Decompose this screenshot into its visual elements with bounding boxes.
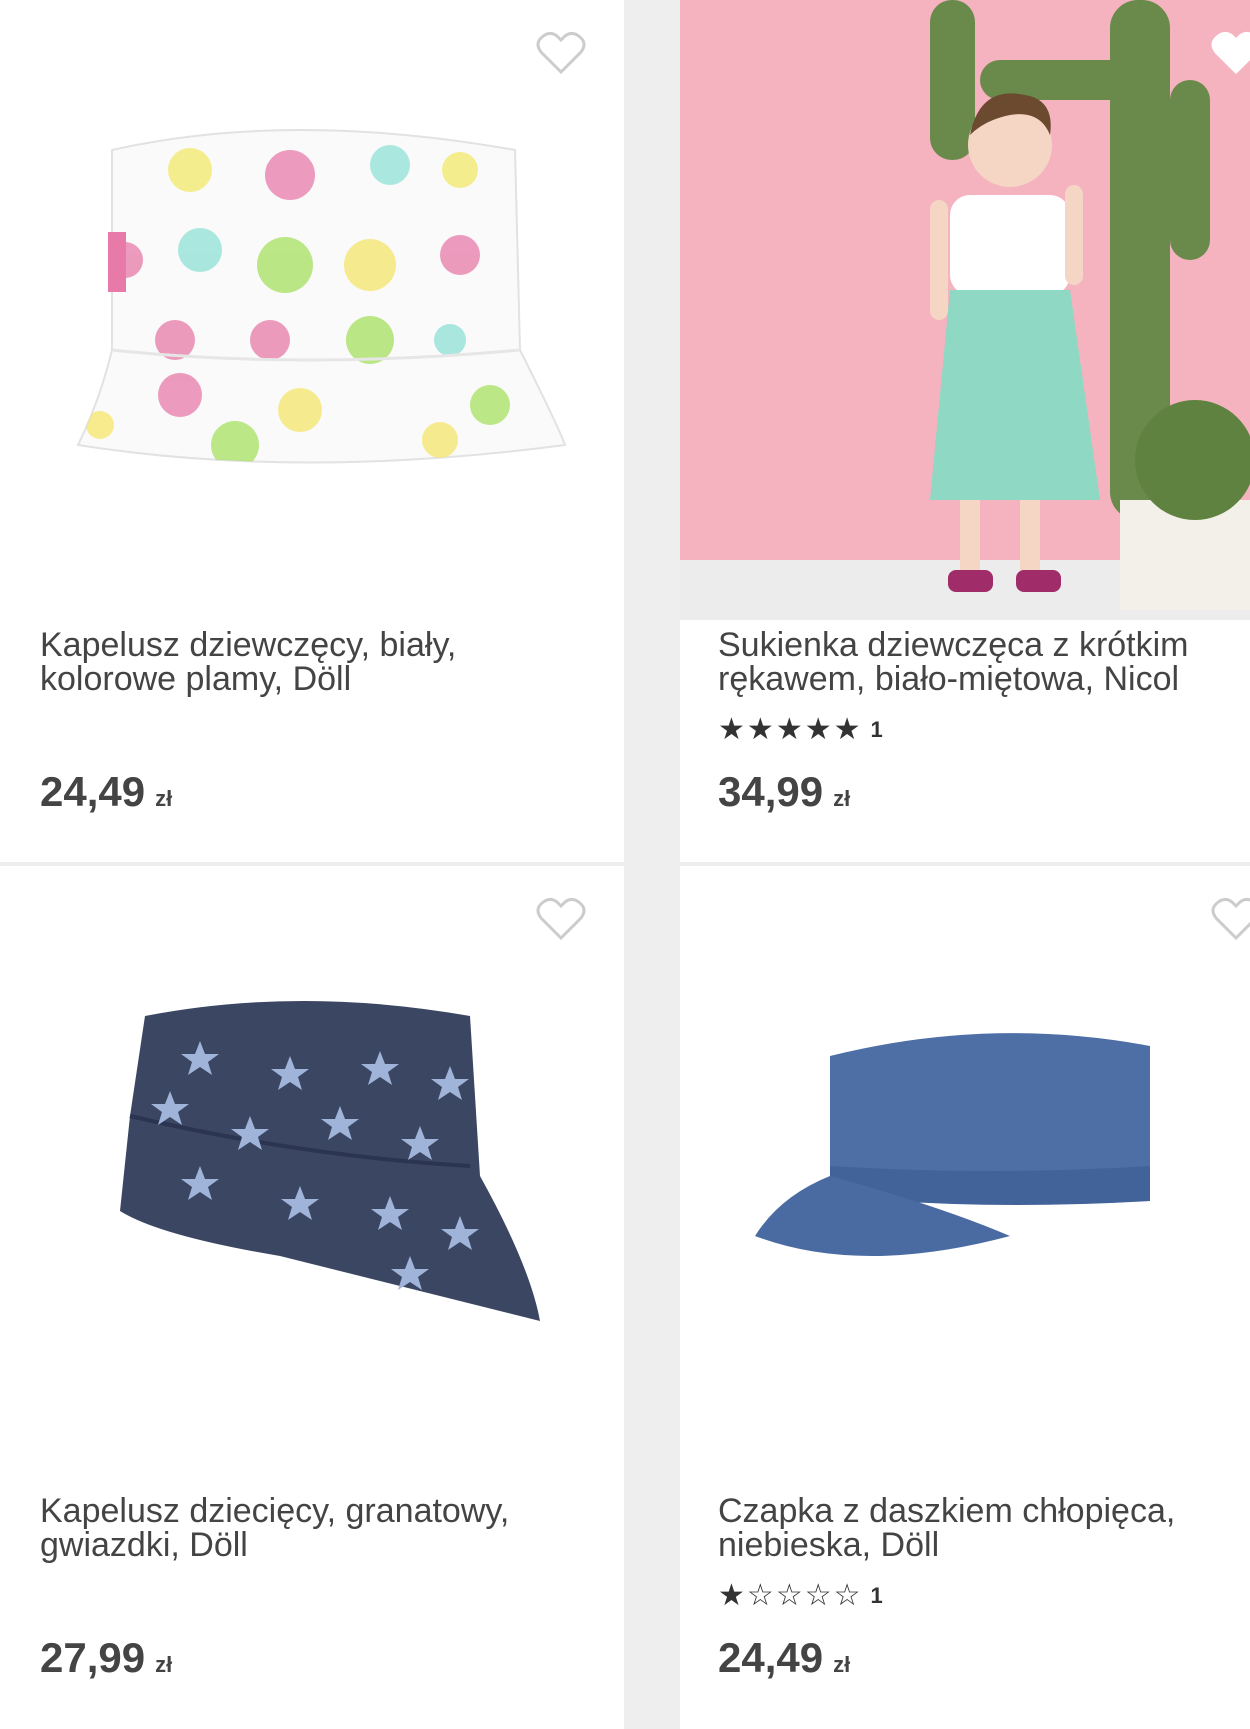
product-title[interactable]: Sukienka dziewczęca z krótkim rękawem, b… — [718, 628, 1238, 696]
product-price: 34,99 zł — [718, 768, 851, 815]
star-outline-icon: ☆ — [804, 1579, 834, 1612]
product-image-navy-hat[interactable] — [0, 866, 624, 1486]
star-icon: ★ — [718, 1579, 747, 1612]
star-outline-icon: ☆ — [775, 1579, 805, 1612]
product-price: 27,99 zł — [40, 1634, 173, 1681]
favorite-heart-icon[interactable] — [535, 896, 587, 942]
product-image-girl-dress[interactable] — [680, 0, 1250, 620]
product-card[interactable]: Kapelusz dziecięcy, granatowy, gwiazdki,… — [0, 866, 624, 1729]
product-price: 24,49 zł — [718, 1634, 851, 1681]
star-icon: ★ — [775, 713, 805, 746]
star-outline-icon: ☆ — [746, 1579, 776, 1612]
star-icon: ★ — [804, 713, 834, 746]
product-title[interactable]: Czapka z daszkiem chłopięca, niebieska, … — [718, 1494, 1238, 1562]
product-card[interactable]: Sukienka dziewczęca z krótkim rękawem, b… — [680, 0, 1250, 862]
product-title[interactable]: Kapelusz dziewczęcy, biały, kolorowe pla… — [40, 628, 580, 696]
rating-count: 1 — [870, 1582, 883, 1608]
product-price: 24,49 zł — [40, 768, 173, 815]
favorite-heart-icon[interactable] — [535, 30, 587, 76]
product-card[interactable]: Czapka z daszkiem chłopięca, niebieska, … — [680, 866, 1250, 1729]
favorite-heart-icon[interactable] — [1210, 30, 1250, 76]
product-rating: ★ ★ ★ ★ ★ 1 — [718, 712, 883, 747]
product-rating: ★ ☆ ☆ ☆ ☆ 1 — [718, 1578, 883, 1613]
star-icon: ★ — [833, 713, 863, 746]
star-outline-icon: ☆ — [833, 1579, 863, 1612]
star-icon: ★ — [718, 713, 747, 746]
product-title[interactable]: Kapelusz dziecięcy, granatowy, gwiazdki,… — [40, 1494, 580, 1562]
product-image-blue-cap[interactable] — [680, 866, 1250, 1486]
product-card[interactable]: Kapelusz dziewczęcy, biały, kolorowe pla… — [0, 0, 624, 862]
product-image-white-hat[interactable] — [0, 0, 624, 620]
favorite-heart-icon[interactable] — [1210, 896, 1250, 942]
rating-count: 1 — [870, 716, 883, 742]
star-icon: ★ — [746, 713, 776, 746]
